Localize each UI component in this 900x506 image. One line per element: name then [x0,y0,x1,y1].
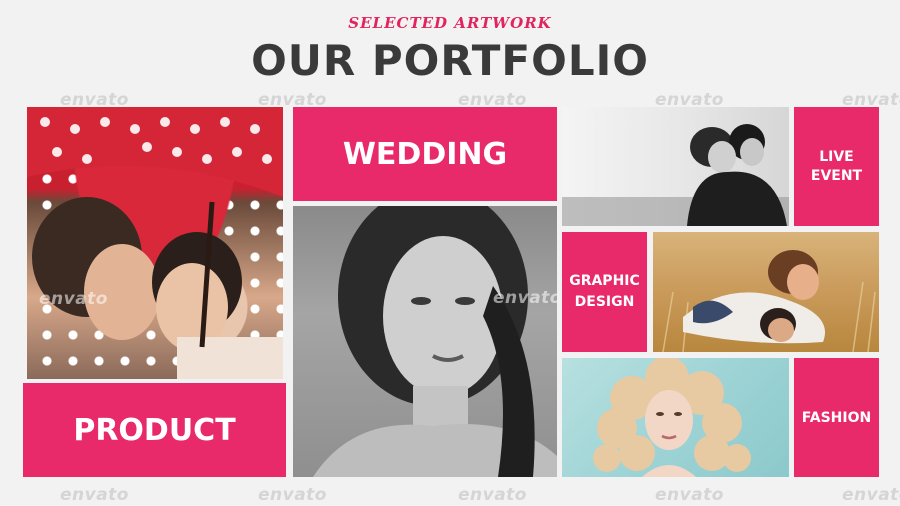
fashion-label: FASHION [801,409,872,426]
watermark-text: envato [458,485,527,505]
graphic-design-tile[interactable]: GRAPHIC DESIGN [562,232,647,352]
watermark-text: envato [258,485,327,505]
product-label: PRODUCT [73,412,236,448]
watermark-text: envato [60,485,129,505]
wedding-tile[interactable]: WEDDING [293,107,557,201]
curly-hair-woman-photo[interactable] [562,358,789,477]
live-event-tile[interactable]: LIVE EVENT [794,107,879,226]
bw-woman-portrait-photo[interactable]: envato [293,206,557,477]
watermark-text: envato [655,485,724,505]
live-event-label: LIVE EVENT [810,148,863,184]
eyebrow-label: SELECTED ARTWORK [348,14,552,32]
graphic-design-label: GRAPHIC DESIGN [569,273,640,310]
watermark-text: envato [842,485,900,505]
bw-couple-embrace-photo[interactable] [562,107,789,226]
product-tile[interactable]: PRODUCT [23,383,286,477]
page-title: OUR PORTFOLIO [251,36,649,85]
couple-in-field-photo[interactable] [653,232,879,352]
couple-under-umbrella-photo[interactable]: envato [27,107,283,379]
wedding-label: WEDDING [342,136,508,172]
fashion-tile[interactable]: FASHION [794,358,879,477]
